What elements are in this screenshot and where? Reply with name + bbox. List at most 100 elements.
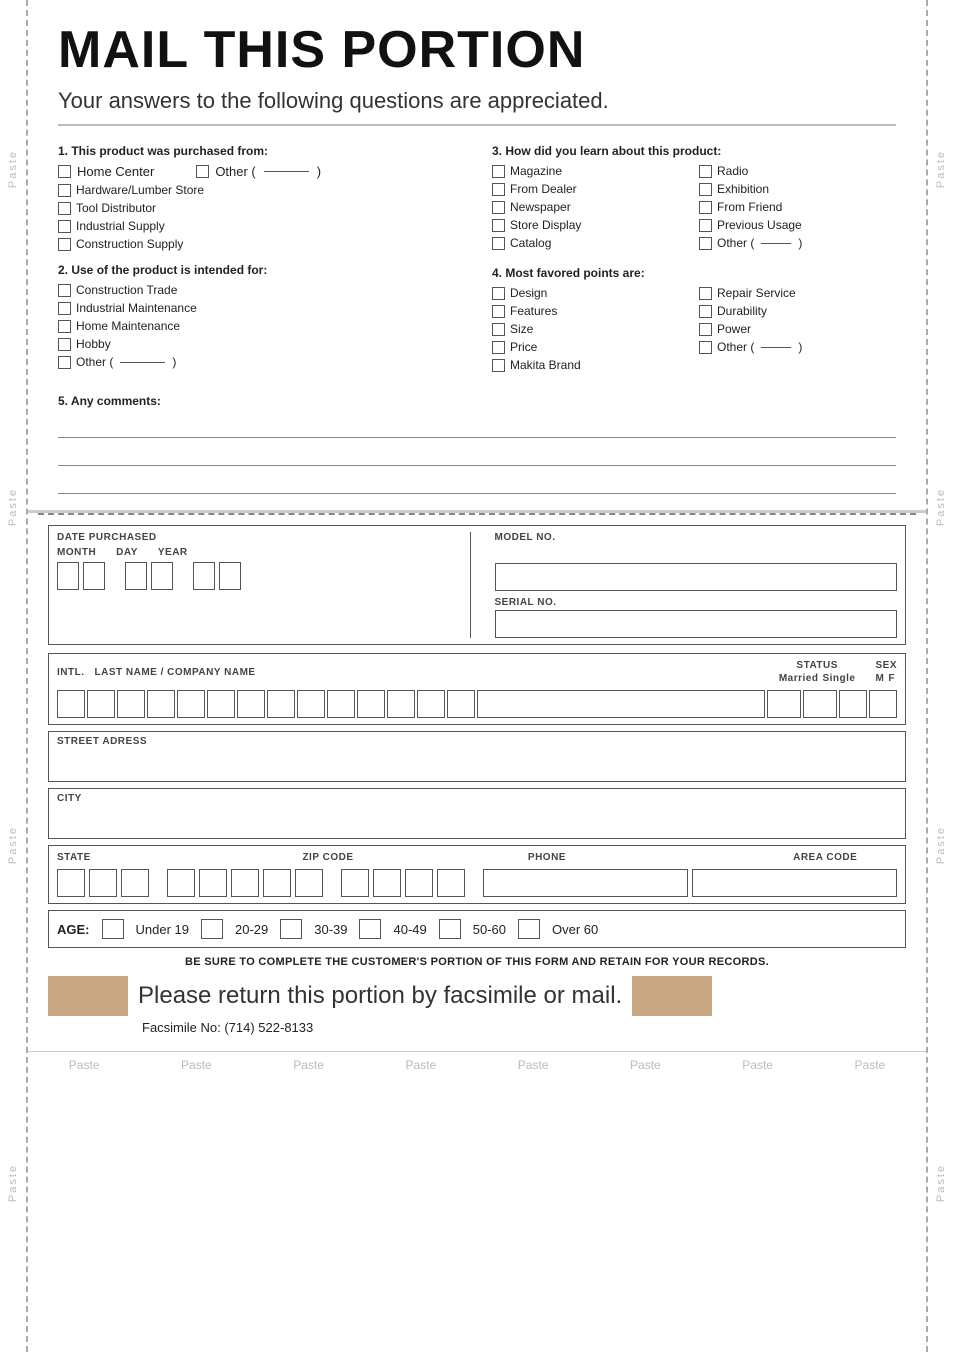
- phone-cell-3[interactable]: [405, 869, 433, 897]
- name-cell-3[interactable]: [147, 690, 175, 718]
- zip-cell-3[interactable]: [231, 869, 259, 897]
- q3-previous-checkbox[interactable]: [699, 219, 712, 232]
- model-no-label: MODEL NO.: [495, 532, 898, 543]
- q3-exhibition-checkbox[interactable]: [699, 183, 712, 196]
- name-cell-8[interactable]: [297, 690, 325, 718]
- q4-power-checkbox[interactable]: [699, 323, 712, 336]
- state-cell-1[interactable]: [57, 869, 85, 897]
- q1-tool-checkbox[interactable]: [58, 202, 71, 215]
- year-cell-2[interactable]: [219, 562, 241, 590]
- bottom-paste-8: Paste: [855, 1058, 886, 1072]
- q4-features-checkbox[interactable]: [492, 305, 505, 318]
- model-no-input[interactable]: [495, 563, 898, 591]
- state-cell-3[interactable]: [121, 869, 149, 897]
- q4-price-checkbox[interactable]: [492, 341, 505, 354]
- street-input[interactable]: [57, 749, 897, 777]
- q4-label: 4. Most favored points are:: [492, 266, 896, 280]
- q3-newspaper-checkbox[interactable]: [492, 201, 505, 214]
- single-cell[interactable]: [803, 690, 837, 718]
- name-cell-1[interactable]: [87, 690, 115, 718]
- q4-price-label: Price: [510, 340, 537, 354]
- serial-no-label: SERIAL NO.: [495, 597, 898, 608]
- name-cell-11[interactable]: [387, 690, 415, 718]
- day-label: DAY: [116, 547, 138, 558]
- q2-other-checkbox[interactable]: [58, 356, 71, 369]
- intl-cell[interactable]: [57, 690, 85, 718]
- q3-catalog-checkbox[interactable]: [492, 237, 505, 250]
- name-cell-5[interactable]: [207, 690, 235, 718]
- f-cell[interactable]: [869, 690, 897, 718]
- street-section: STREET ADRESS: [48, 731, 906, 782]
- age-4049-box[interactable]: [359, 919, 381, 939]
- name-cell-4[interactable]: [177, 690, 205, 718]
- age-2029-label: 20-29: [235, 922, 268, 937]
- q4-repair-checkbox[interactable]: [699, 287, 712, 300]
- q2-label: 2. Use of the product is intended for:: [58, 263, 462, 277]
- city-input[interactable]: [57, 806, 897, 834]
- q4-durability-label: Durability: [717, 304, 767, 318]
- q3-store-checkbox[interactable]: [492, 219, 505, 232]
- phone-cell-2[interactable]: [373, 869, 401, 897]
- month-cell-1[interactable]: [57, 562, 79, 590]
- q2-home-checkbox[interactable]: [58, 320, 71, 333]
- q4-size-checkbox[interactable]: [492, 323, 505, 336]
- q1-other-checkbox[interactable]: [196, 165, 209, 178]
- name-cell-14[interactable]: [477, 690, 765, 718]
- age-2029-box[interactable]: [201, 919, 223, 939]
- name-cell-13[interactable]: [447, 690, 475, 718]
- age-3039-label: 30-39: [314, 922, 347, 937]
- m-cell[interactable]: [839, 690, 867, 718]
- zip-cell-4[interactable]: [263, 869, 291, 897]
- name-cell-9[interactable]: [327, 690, 355, 718]
- name-cell-7[interactable]: [267, 690, 295, 718]
- q3-dealer-checkbox[interactable]: [492, 183, 505, 196]
- q3-magazine-checkbox[interactable]: [492, 165, 505, 178]
- q3-radio-checkbox[interactable]: [699, 165, 712, 178]
- zip-cell-2[interactable]: [199, 869, 227, 897]
- q1-hardware-checkbox[interactable]: [58, 184, 71, 197]
- day-cell-2[interactable]: [151, 562, 173, 590]
- state-lbl: STATE: [57, 852, 272, 863]
- married-cell[interactable]: [767, 690, 801, 718]
- age-3039-box[interactable]: [280, 919, 302, 939]
- city-label: CITY: [57, 793, 897, 804]
- age-5060-box[interactable]: [439, 919, 461, 939]
- q1-home-center-checkbox[interactable]: [58, 165, 71, 178]
- q3-previous-label: Previous Usage: [717, 218, 802, 232]
- zip-cell-5[interactable]: [295, 869, 323, 897]
- name-cell-6[interactable]: [237, 690, 265, 718]
- zip-cell-1[interactable]: [167, 869, 195, 897]
- year-cell-1[interactable]: [193, 562, 215, 590]
- q2-construction-checkbox[interactable]: [58, 284, 71, 297]
- q4-power-label: Power: [717, 322, 751, 336]
- q2-hobby-checkbox[interactable]: [58, 338, 71, 351]
- left-paste-strip: Paste Paste Paste Paste: [0, 0, 28, 1352]
- q4-design-checkbox[interactable]: [492, 287, 505, 300]
- left-paste-1: Paste: [7, 150, 19, 188]
- q2-industrial-checkbox[interactable]: [58, 302, 71, 315]
- state-cell-2[interactable]: [89, 869, 117, 897]
- name-cell-10[interactable]: [357, 690, 385, 718]
- q1-industrial-checkbox[interactable]: [58, 220, 71, 233]
- area-cell-1[interactable]: [483, 869, 688, 897]
- phone-cell-1[interactable]: [341, 869, 369, 897]
- q3-other-checkbox[interactable]: [699, 237, 712, 250]
- q1-label: 1. This product was purchased from:: [58, 144, 462, 158]
- serial-no-input[interactable]: [495, 610, 898, 638]
- phone-cell-4[interactable]: [437, 869, 465, 897]
- day-cell-1[interactable]: [125, 562, 147, 590]
- bottom-paste-strip: Paste Paste Paste Paste Paste Paste Past…: [28, 1051, 926, 1078]
- age-under19-box[interactable]: [102, 919, 124, 939]
- bottom-paste-2: Paste: [181, 1058, 212, 1072]
- q4-durability-checkbox[interactable]: [699, 305, 712, 318]
- q3-friend-checkbox[interactable]: [699, 201, 712, 214]
- q2-hobby-label: Hobby: [76, 337, 111, 351]
- age-over60-box[interactable]: [518, 919, 540, 939]
- q4-makita-checkbox[interactable]: [492, 359, 505, 372]
- q4-other-checkbox[interactable]: [699, 341, 712, 354]
- name-cell-2[interactable]: [117, 690, 145, 718]
- name-cell-12[interactable]: [417, 690, 445, 718]
- month-cell-2[interactable]: [83, 562, 105, 590]
- q1-construction-checkbox[interactable]: [58, 238, 71, 251]
- area-cell-2[interactable]: [692, 869, 897, 897]
